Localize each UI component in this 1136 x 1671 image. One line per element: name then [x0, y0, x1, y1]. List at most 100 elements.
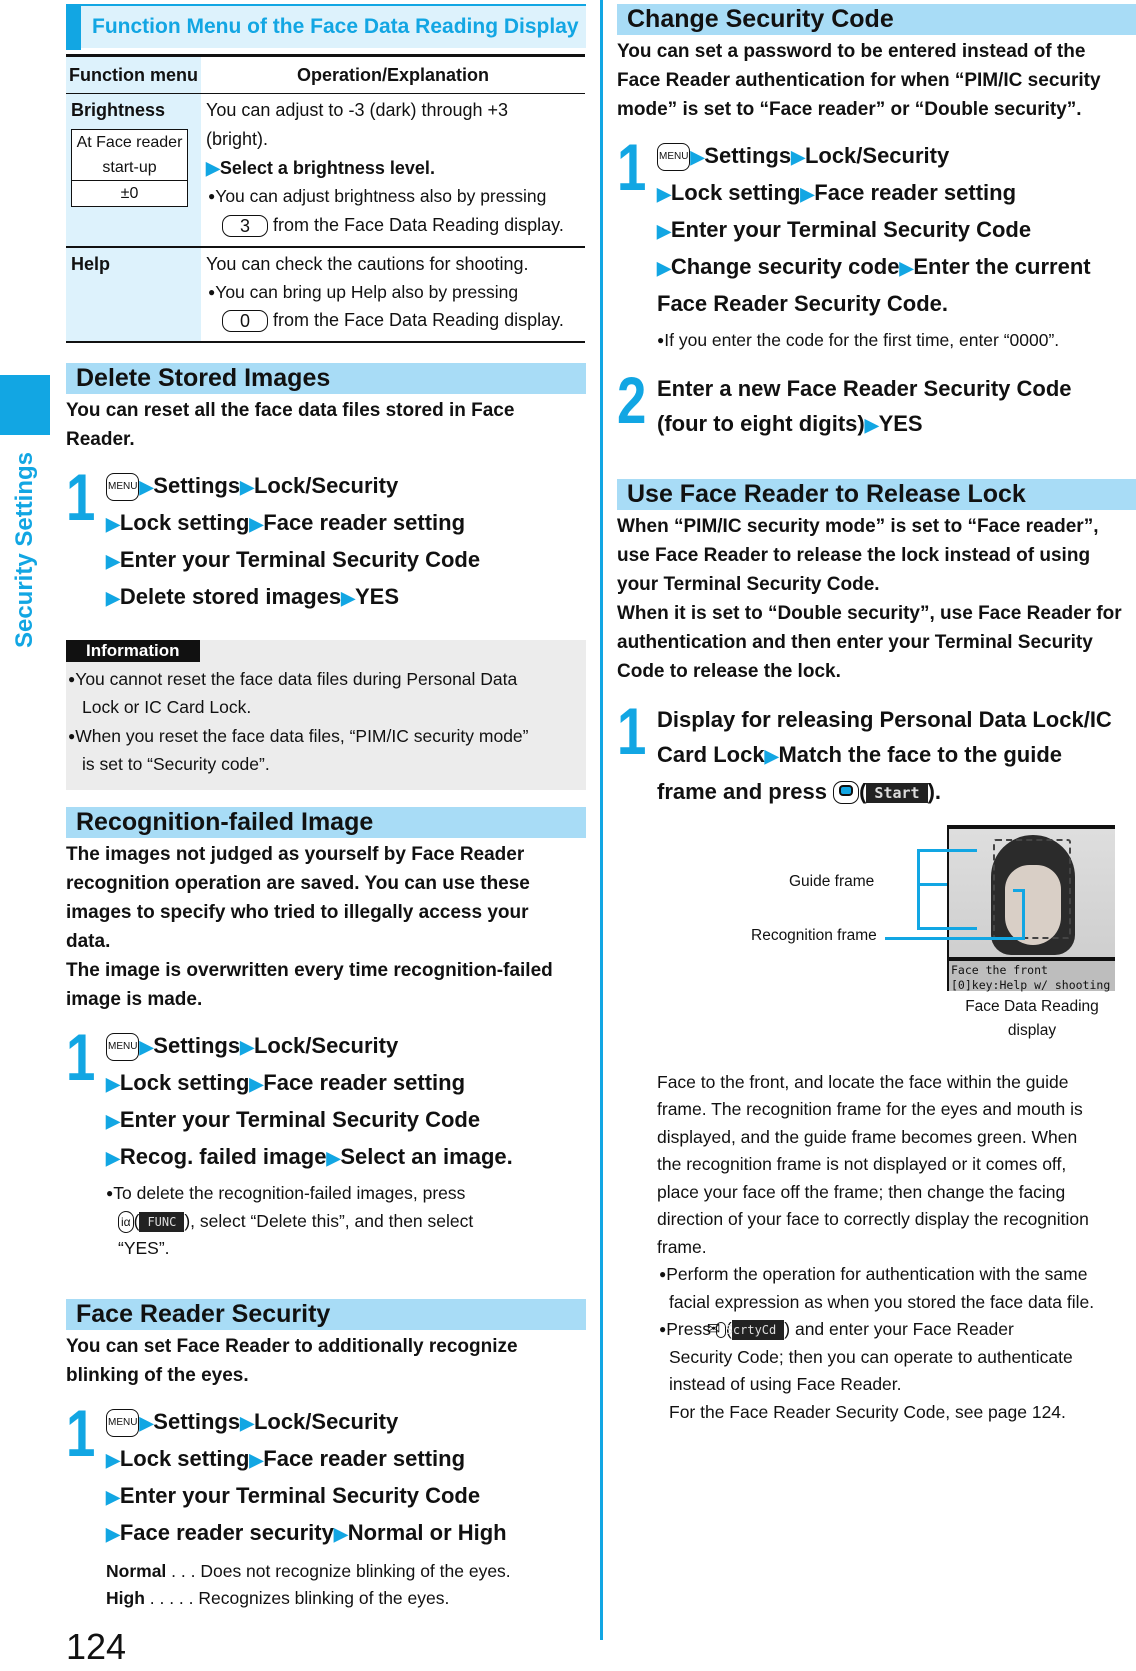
note-text: If you enter the code for the first time… — [664, 330, 1060, 350]
step-number: 1 — [66, 460, 96, 534]
i-alpha-key-icon: iα — [118, 1210, 134, 1233]
note-cont: 0 from the Face Data Reading display. — [206, 306, 585, 335]
figure-caption: Face Data Reading display — [947, 995, 1117, 1043]
menu-name: Brightness — [71, 100, 166, 120]
arrow-icon: ▶ — [791, 147, 805, 167]
action-text: Select a brightness level. — [219, 158, 435, 178]
note-text: Security Code; then you can operate to a… — [669, 1346, 1073, 1367]
path-item: Enter your Terminal Security Code — [119, 547, 481, 572]
step-2: 2 Enter a new Face Reader Security Code … — [617, 367, 1136, 443]
left-column: Function Menu of the Face Data Reading D… — [66, 0, 586, 1613]
step-number: 1 — [617, 693, 647, 768]
caption-line: Face Data Reading — [965, 997, 1099, 1015]
arrow-icon: ▶ — [106, 1523, 120, 1544]
arrow-icon: ▶ — [106, 1148, 120, 1168]
section-heading: Recognition-failed Image — [66, 807, 586, 838]
path-item: Lock/Security — [253, 1033, 399, 1058]
step-text: (four to eight digits) — [657, 410, 865, 436]
step-text: Enter a new Face Reader Security Code — [657, 375, 1072, 401]
arrow-icon: ▶ — [899, 258, 914, 278]
default-label: At Face reader — [76, 134, 183, 151]
path-item: Face reader setting — [814, 180, 1017, 205]
section-heading: Face Reader Security — [66, 1298, 586, 1330]
arrow-icon: ▶ — [139, 477, 154, 497]
step-explanation: Face to the front, and locate the face w… — [617, 1069, 1136, 1427]
note-text: To delete the recognition-failed images,… — [113, 1183, 466, 1203]
arrow-icon: ▶ — [106, 1111, 120, 1131]
caption-line: display — [1007, 1021, 1057, 1039]
menu-key-icon: MENU — [106, 473, 140, 502]
info-note: ●When you reset the face data files, “PI… — [66, 723, 586, 751]
body-line: frame. The recognition frame for the eye… — [657, 1099, 1083, 1119]
note: ●You can adjust brightness also by press… — [206, 183, 585, 211]
table-row: Brightness At Face reader start-up ±0 You… — [66, 93, 585, 247]
note-text: Lock or IC Card Lock. — [82, 696, 252, 717]
path-item: Change security code — [670, 254, 900, 279]
path-item: Settings — [153, 473, 241, 498]
intro-line: your Terminal Security Code. — [617, 573, 880, 595]
key-3-icon: 3 — [222, 214, 268, 237]
key-0-icon: 0 — [222, 310, 268, 333]
arrow-icon: ▶ — [657, 184, 671, 204]
step-text: Card Lock — [657, 741, 765, 767]
body-line: the recognition frame is not displayed o… — [657, 1154, 1067, 1174]
arrow-icon: ▶ — [864, 414, 879, 435]
intro-line: blinking of the eyes. — [66, 1364, 249, 1386]
face-data-reading-figure: Face the front [0]key:Help w/ shooting G… — [617, 824, 1136, 1069]
arrow-icon: ▶ — [106, 551, 120, 571]
arrow-icon: ▶ — [326, 1148, 341, 1168]
path-item: Lock setting — [119, 1445, 250, 1471]
arrow-icon: ▶ — [139, 1412, 154, 1433]
path-item: Normal or High — [347, 1519, 507, 1545]
body-line: direction of your face to correctly disp… — [657, 1209, 1089, 1229]
intro-line: The images not judged as yourself by Fac… — [66, 844, 525, 865]
step-number: 1 — [66, 1020, 96, 1094]
explanation-text: (bright). — [206, 129, 269, 149]
note-text: facial expression as when you stored the… — [669, 1291, 1095, 1312]
path-item: Face Reader Security Code. — [657, 291, 949, 316]
intro-line: Reader. — [66, 429, 135, 450]
intro-line: When it is set to “Double security”, use… — [617, 602, 1122, 624]
side-tab-label: Security Settings — [0, 440, 50, 660]
arrow-icon: ▶ — [240, 477, 254, 497]
path-item: Face reader setting — [263, 510, 466, 535]
note-text: You cannot reset the face data files dur… — [75, 669, 518, 689]
step-1: 1 MENU ▶Settings▶Lock/Security ▶Lock sett… — [66, 464, 586, 616]
default-value: ±0 — [72, 180, 187, 206]
body-line: displayed, and the guide frame becomes g… — [657, 1126, 1078, 1147]
path-item: Enter your Terminal Security Code — [670, 217, 1032, 242]
option-name: High — [106, 1588, 145, 1608]
page-reference: For the Face Reader Security Code, see p… — [669, 1401, 1066, 1422]
path-item: Select an image. — [340, 1144, 513, 1169]
function-menu-table: Function menu Operation/Explanation Brig… — [66, 54, 585, 343]
scrtycd-softkey-icon: ScrtyCd — [726, 1320, 785, 1341]
column-divider — [600, 0, 603, 1640]
arrow-icon: ▶ — [240, 1037, 254, 1057]
page-number: 124 — [66, 1626, 127, 1667]
guide-frame-label: Guide frame — [789, 872, 875, 890]
arrow-icon: ▶ — [249, 1449, 264, 1470]
step-number: 1 — [66, 1395, 96, 1470]
intro-line: When “PIM/IC security mode” is set to “F… — [617, 515, 1099, 537]
intro-line: use Face Reader to release the lock inst… — [617, 544, 1091, 566]
step-1: 1 Display for releasing Personal Data Lo… — [617, 698, 1136, 809]
arrow-icon: ▶ — [106, 514, 120, 534]
table-row: Help You can check the cautions for shoo… — [66, 245, 585, 343]
intro-line: mode” is set to “Face reader” or “Double… — [617, 99, 1082, 120]
step-number: 1 — [617, 130, 647, 204]
step-number: 2 — [617, 362, 647, 437]
path-item: Settings — [153, 1408, 241, 1434]
note-text: You can bring up Help also by pressing — [215, 281, 519, 302]
option-list: Normal . . . Does not recognize blinking… — [106, 1558, 586, 1613]
default-label: start-up — [102, 159, 157, 176]
option-normal: Normal . . . Does not recognize blinking… — [106, 1558, 586, 1586]
section-intro: When “PIM/IC security mode” is set to “F… — [617, 512, 1136, 686]
section-intro: You can set a password to be entered ins… — [617, 37, 1136, 124]
path-item: Recog. failed image — [119, 1144, 327, 1169]
note-text: Perform the operation for authentication… — [666, 1264, 1088, 1284]
step-note: ●If you enter the code for the first tim… — [657, 327, 1136, 355]
func-softkey-icon: FUNC — [139, 1211, 185, 1232]
arrow-icon: ▶ — [249, 1074, 264, 1094]
intro-line: data. — [66, 931, 111, 952]
info-note: ●You cannot reset the face data files du… — [66, 666, 586, 694]
